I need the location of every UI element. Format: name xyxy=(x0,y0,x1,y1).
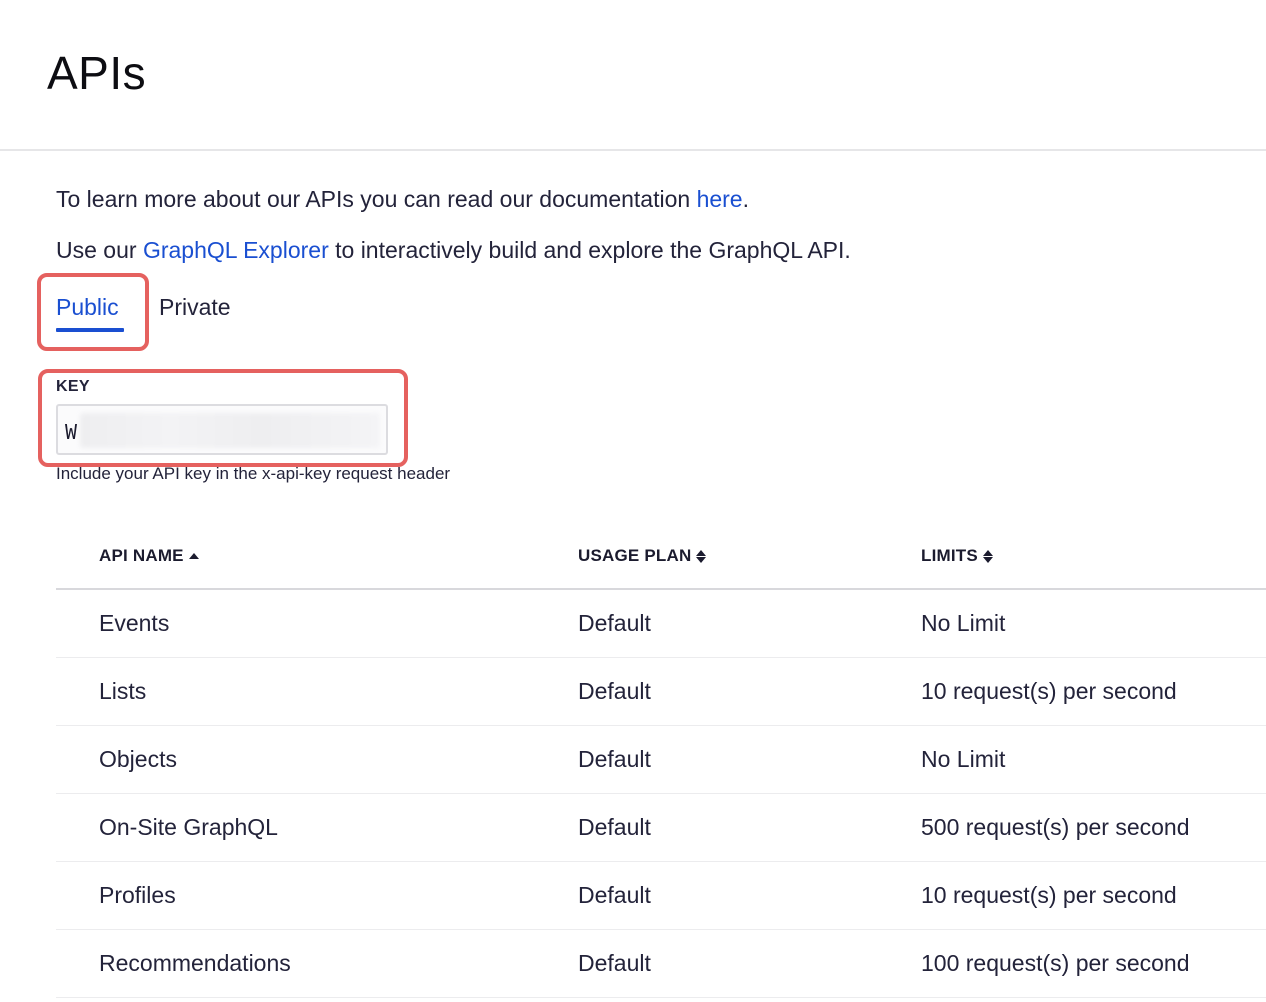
usage-plan-cell: Default xyxy=(578,882,651,908)
limit-cell: 10 request(s) per second xyxy=(921,882,1177,908)
api-name-cell: Recommendations xyxy=(99,950,291,976)
sort-icon xyxy=(982,548,994,564)
table-row: On-Site GraphQL Default 500 request(s) p… xyxy=(56,794,1266,862)
sort-ascending-icon xyxy=(188,548,200,564)
graphql-intro-suffix: to interactively build and explore the G… xyxy=(328,237,851,263)
api-key-value: W xyxy=(65,420,78,444)
tab-public-label: Public xyxy=(56,294,119,320)
docs-intro-suffix: . xyxy=(742,186,749,212)
table-row: Lists Default 10 request(s) per second xyxy=(56,658,1266,726)
usage-plan-cell: Default xyxy=(578,678,651,704)
usage-plan-cell: Default xyxy=(578,610,651,636)
graphql-explorer-link[interactable]: GraphQL Explorer xyxy=(143,237,329,263)
usage-plan-cell: Default xyxy=(578,746,651,772)
column-header-api-name-label: API NAME xyxy=(99,546,184,565)
api-name-cell: Lists xyxy=(99,678,147,704)
limit-cell: No Limit xyxy=(921,610,1006,636)
page-header: APIs xyxy=(0,0,1266,151)
table-row: Profiles Default 10 request(s) per secon… xyxy=(56,862,1266,930)
table-header: API NAME USAGE PLAN LIMITS xyxy=(56,528,1266,590)
graphql-intro-text: Use our GraphQL Explorer to interactivel… xyxy=(56,237,851,264)
api-name-cell: Profiles xyxy=(99,882,176,908)
key-label: KEY xyxy=(56,378,90,395)
column-header-limits-label: LIMITS xyxy=(921,546,978,565)
limit-cell: 100 request(s) per second xyxy=(921,950,1190,976)
usage-plan-cell: Default xyxy=(578,814,651,840)
docs-intro-text: To learn more about our APIs you can rea… xyxy=(56,186,749,213)
table-row: Events Default No Limit xyxy=(56,590,1266,658)
tab-private[interactable]: Private xyxy=(159,294,231,321)
docs-intro-prefix: To learn more about our APIs you can rea… xyxy=(56,186,697,212)
column-header-usage-plan-label: USAGE PLAN xyxy=(578,546,692,565)
limit-cell: 10 request(s) per second xyxy=(921,678,1177,704)
sort-icon xyxy=(696,548,707,564)
graphql-intro-prefix: Use our xyxy=(56,237,143,263)
column-header-limits[interactable]: LIMITS xyxy=(921,546,994,566)
documentation-link[interactable]: here xyxy=(697,186,743,212)
api-name-cell: Objects xyxy=(99,746,177,772)
tab-private-label: Private xyxy=(159,294,231,320)
table-row: Objects Default No Limit xyxy=(56,726,1266,794)
api-name-cell: On-Site GraphQL xyxy=(99,814,278,840)
table-row: Recommendations Default 100 request(s) p… xyxy=(56,930,1266,998)
limit-cell: 500 request(s) per second xyxy=(921,814,1190,840)
page-title: APIs xyxy=(47,47,147,99)
api-key-field[interactable]: W xyxy=(56,404,388,455)
limit-cell: No Limit xyxy=(921,746,1006,772)
api-key-help-text: Include your API key in the x-api-key re… xyxy=(56,464,451,483)
column-header-api-name[interactable]: API NAME xyxy=(99,546,200,566)
api-table: API NAME USAGE PLAN LIMITS Events Defaul… xyxy=(56,528,1266,998)
api-name-cell: Events xyxy=(99,610,170,636)
api-key-redaction xyxy=(80,413,380,448)
usage-plan-cell: Default xyxy=(578,950,651,976)
column-header-usage-plan[interactable]: USAGE PLAN xyxy=(578,546,707,566)
tab-public[interactable]: Public xyxy=(56,294,124,332)
active-tab-indicator xyxy=(56,328,124,332)
